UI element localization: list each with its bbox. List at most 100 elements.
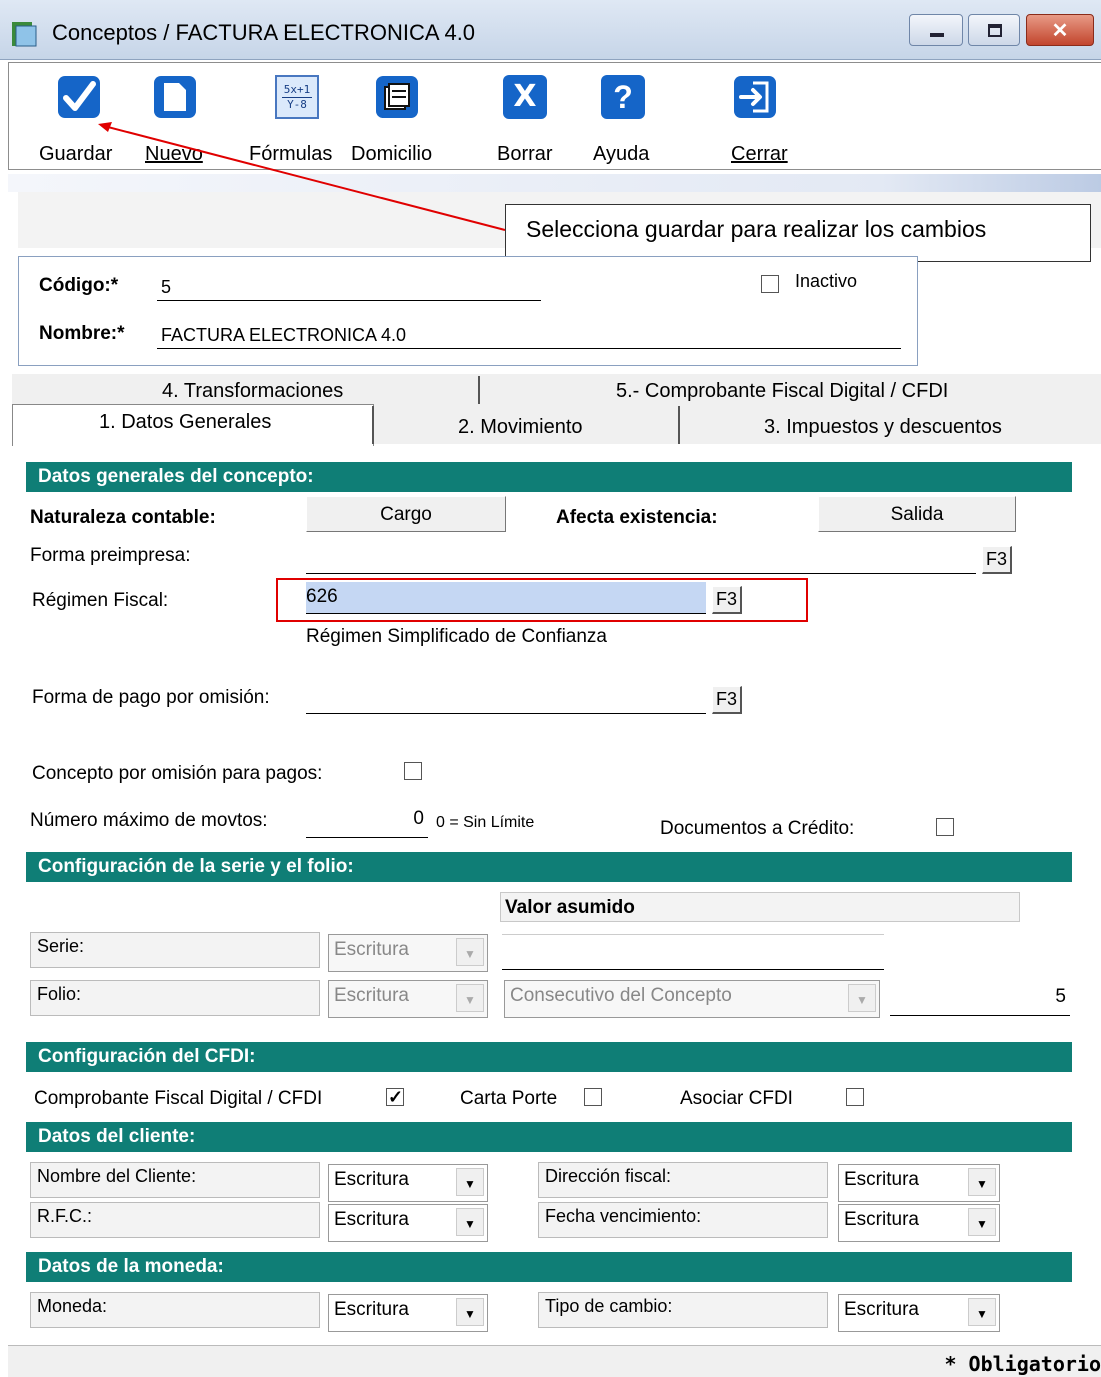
moneda-select[interactable]: Escritura ▼ [328, 1294, 488, 1332]
minimize-icon [930, 33, 944, 37]
max-movtos-hint: 0 = Sin Límite [436, 814, 535, 831]
moneda-label: Moneda: [30, 1292, 320, 1328]
forma-preimpresa-f3-button[interactable]: F3 [982, 546, 1012, 574]
doc-credito-label: Documentos a Crédito: [660, 818, 855, 839]
codigo-label: Código:* [39, 275, 119, 296]
tipo-cambio-select[interactable]: Escritura ▼ [838, 1294, 1000, 1332]
folio-label: Folio: [30, 980, 320, 1016]
forma-pago-input[interactable] [306, 680, 706, 714]
tab-movimiento[interactable]: 2. Movimiento [458, 416, 583, 439]
nombre-cliente-label: Nombre del Cliente: [30, 1162, 320, 1198]
chevron-down-icon: ▼ [968, 1298, 996, 1326]
chevron-down-icon: ▼ [456, 1208, 484, 1236]
nombre-label: Nombre:* [39, 323, 125, 344]
window-title: Conceptos / FACTURA ELECTRONICA 4.0 [52, 20, 476, 45]
section-datos-generales: Datos generales del concepto: [26, 462, 1072, 492]
afecta-label: Afecta existencia: [556, 507, 718, 528]
asociar-cfdi-checkbox[interactable] [846, 1088, 864, 1106]
new-document-icon [154, 76, 196, 118]
domicilio-label: Domicilio [351, 143, 433, 165]
valor-asumido-header: Valor asumido [500, 892, 1020, 922]
help-icon: ? [601, 75, 645, 119]
formulas-button[interactable]: 5x+1 Y-8 Fórmulas [249, 73, 345, 169]
concepto-pagos-label: Concepto por omisión para pagos: [32, 763, 323, 784]
nuevo-button[interactable]: Nuevo [145, 73, 215, 169]
inactivo-checkbox[interactable] [761, 275, 779, 293]
panel-strip [8, 174, 1101, 192]
callout-box: Selecciona guardar para realizar los cam… [505, 204, 1091, 262]
direccion-fiscal-label: Dirección fiscal: [538, 1162, 828, 1198]
folio-source-select[interactable]: Consecutivo del Concepto ▼ [504, 980, 880, 1018]
chevron-down-icon: ▼ [848, 984, 876, 1012]
chevron-down-icon: ▼ [456, 938, 484, 966]
regimen-f3-button[interactable]: F3 [712, 586, 742, 614]
tab-impuestos[interactable]: 3. Impuestos y descuentos [764, 416, 1002, 439]
cerrar-button[interactable]: Cerrar [721, 73, 791, 169]
close-button[interactable]: ✕ [1026, 14, 1094, 46]
regimen-label: Régimen Fiscal: [32, 590, 169, 611]
cfdi-label: Comprobante Fiscal Digital / CFDI [34, 1088, 323, 1109]
section-cfdi: Configuración del CFDI: [26, 1042, 1072, 1072]
nombre-field[interactable]: FACTURA ELECTRONICA 4.0 [157, 317, 901, 349]
minimize-button[interactable] [909, 14, 963, 46]
doc-credito-checkbox[interactable] [936, 818, 954, 836]
domicilio-button[interactable]: Domicilio [351, 73, 441, 169]
naturaleza-button[interactable]: Cargo [306, 496, 506, 532]
maximize-button[interactable] [968, 14, 1020, 46]
borrar-button[interactable]: X Borrar [493, 73, 557, 169]
regimen-description: Régimen Simplificado de Confianza [306, 626, 607, 647]
status-bar: * Obligatorio [8, 1345, 1101, 1377]
concepto-pagos-checkbox[interactable] [404, 762, 422, 780]
section-moneda: Datos de la moneda: [26, 1252, 1072, 1282]
guardar-label: Guardar [39, 143, 113, 165]
ayuda-label: Ayuda [593, 143, 650, 165]
regimen-input[interactable]: 626 [306, 582, 706, 614]
asociar-cfdi-label: Asociar CFDI [680, 1088, 793, 1109]
folio-value-input[interactable]: 5 [890, 982, 1070, 1016]
save-check-icon [58, 76, 100, 118]
guardar-button[interactable]: Guardar [37, 73, 121, 169]
chevron-down-icon: ▼ [968, 1208, 996, 1236]
inactivo-label: Inactivo [795, 271, 858, 291]
fecha-vencimiento-select[interactable]: Escritura ▼ [838, 1204, 1000, 1242]
header-fields-panel: Código:* 5 Inactivo Nombre:* FACTURA ELE… [18, 256, 918, 366]
tab-datos-generales[interactable]: 1. Datos Generales [12, 404, 374, 446]
afecta-button[interactable]: Salida [818, 496, 1016, 532]
folio-mode-select[interactable]: Escritura ▼ [328, 980, 488, 1018]
section-cliente: Datos del cliente: [26, 1122, 1072, 1152]
carta-porte-label: Carta Porte [460, 1088, 558, 1109]
formula-icon: 5x+1 Y-8 [275, 75, 319, 119]
address-book-icon [376, 76, 418, 118]
app-icon [12, 22, 37, 47]
tab-cfdi[interactable]: 5.- Comprobante Fiscal Digital / CFDI [616, 380, 948, 403]
cfdi-checkbox[interactable] [386, 1088, 404, 1106]
chevron-down-icon: ▼ [456, 1168, 484, 1196]
required-note: * Obligatorio [944, 1352, 1101, 1376]
formulas-label: Fórmulas [249, 143, 333, 165]
maximize-icon [988, 24, 1002, 37]
codigo-field[interactable]: 5 [157, 269, 541, 301]
carta-porte-checkbox[interactable] [584, 1088, 602, 1106]
tab-strip: 4. Transformaciones 5.- Comprobante Fisc… [12, 374, 1101, 446]
forma-pago-f3-button[interactable]: F3 [712, 686, 742, 714]
rfc-select[interactable]: Escritura ▼ [328, 1204, 488, 1242]
serie-value-input[interactable] [502, 934, 884, 970]
forma-preimpresa-label: Forma preimpresa: [30, 545, 191, 566]
delete-icon: X [503, 75, 547, 119]
section-serie-folio: Configuración de la serie y el folio: [26, 852, 1072, 882]
fecha-vencimiento-label: Fecha vencimiento: [538, 1202, 828, 1238]
forma-preimpresa-input[interactable] [306, 540, 976, 574]
ayuda-button[interactable]: ? Ayuda [589, 73, 659, 169]
serie-mode-select[interactable]: Escritura ▼ [328, 934, 488, 972]
chevron-down-icon: ▼ [968, 1168, 996, 1196]
naturaleza-label: Naturaleza contable: [30, 507, 216, 528]
close-icon: ✕ [1051, 20, 1069, 42]
max-movtos-input[interactable]: 0 [306, 804, 428, 838]
tab-transformaciones[interactable]: 4. Transformaciones [162, 380, 343, 403]
cerrar-label: Cerrar [731, 143, 788, 165]
window-title-bar[interactable]: Conceptos / FACTURA ELECTRONICA 4.0 ✕ [0, 0, 1101, 60]
chevron-down-icon: ▼ [456, 984, 484, 1012]
direccion-fiscal-select[interactable]: Escritura ▼ [838, 1164, 1000, 1202]
tipo-cambio-label: Tipo de cambio: [538, 1292, 828, 1328]
nombre-cliente-select[interactable]: Escritura ▼ [328, 1164, 488, 1202]
